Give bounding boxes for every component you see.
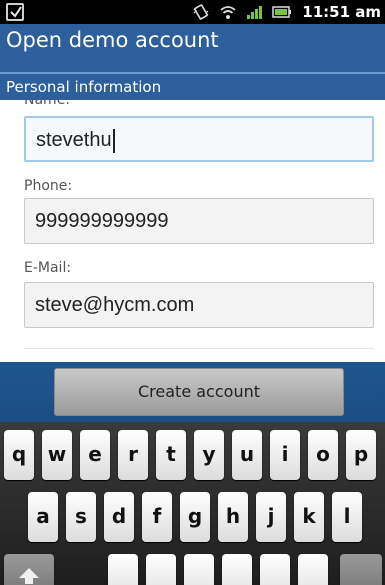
- email-value: steve@hycm.com: [35, 294, 195, 316]
- key-j[interactable]: j: [256, 492, 286, 542]
- section-subtitle: Personal information: [6, 78, 162, 96]
- personal-info-form: Name: stevethu Phone: 999999999999 E-Mai…: [0, 100, 385, 362]
- soft-keyboard: q w e r t y u i o p a s d f g h j k l: [0, 422, 385, 585]
- key-a[interactable]: a: [28, 492, 58, 542]
- backspace-key[interactable]: [340, 554, 382, 585]
- key-d[interactable]: d: [104, 492, 134, 542]
- key-p[interactable]: p: [346, 430, 376, 480]
- page-title: Open demo account: [6, 28, 219, 52]
- phone-label: Phone:: [24, 178, 73, 194]
- key-c[interactable]: [184, 554, 214, 585]
- vibrate-icon: [192, 3, 210, 21]
- phone-value: 999999999999: [35, 210, 169, 232]
- wifi-icon: [220, 4, 236, 20]
- key-f[interactable]: f: [142, 492, 172, 542]
- key-x[interactable]: [146, 554, 176, 585]
- key-v[interactable]: [222, 554, 252, 585]
- key-u[interactable]: u: [232, 430, 262, 480]
- title-bar: Open demo account Personal information: [0, 24, 385, 100]
- key-t[interactable]: t: [156, 430, 186, 480]
- key-y[interactable]: y: [194, 430, 224, 480]
- key-e[interactable]: e: [80, 430, 110, 480]
- name-label: Name:: [24, 100, 71, 108]
- battery-icon: [272, 5, 292, 19]
- key-i[interactable]: i: [270, 430, 300, 480]
- text-caret: [112, 128, 115, 153]
- checkbox-notification-icon: [6, 3, 24, 21]
- key-b[interactable]: [260, 554, 290, 585]
- key-h[interactable]: h: [218, 492, 248, 542]
- shift-key[interactable]: [4, 554, 54, 585]
- status-bar: 11:51 am: [0, 0, 385, 24]
- key-g[interactable]: g: [180, 492, 210, 542]
- email-field[interactable]: steve@hycm.com: [24, 282, 374, 328]
- email-label: E-Mail:: [24, 260, 72, 276]
- key-n[interactable]: [298, 554, 328, 585]
- key-s[interactable]: s: [66, 492, 96, 542]
- key-l[interactable]: l: [332, 492, 362, 542]
- title-divider: [0, 72, 385, 74]
- key-z[interactable]: [108, 554, 138, 585]
- name-value: stevethu: [36, 129, 112, 151]
- key-k[interactable]: k: [294, 492, 324, 542]
- key-r[interactable]: r: [118, 430, 148, 480]
- action-bar: Create account: [0, 362, 385, 422]
- key-w[interactable]: w: [42, 430, 72, 480]
- name-field[interactable]: stevethu: [24, 116, 374, 162]
- signal-icon: [246, 4, 263, 20]
- key-q[interactable]: q: [4, 430, 34, 480]
- key-o[interactable]: o: [308, 430, 338, 480]
- status-time: 11:51 am: [302, 3, 381, 21]
- phone-field[interactable]: 999999999999: [24, 198, 374, 244]
- create-account-button[interactable]: Create account: [54, 368, 344, 416]
- form-divider: [24, 348, 374, 349]
